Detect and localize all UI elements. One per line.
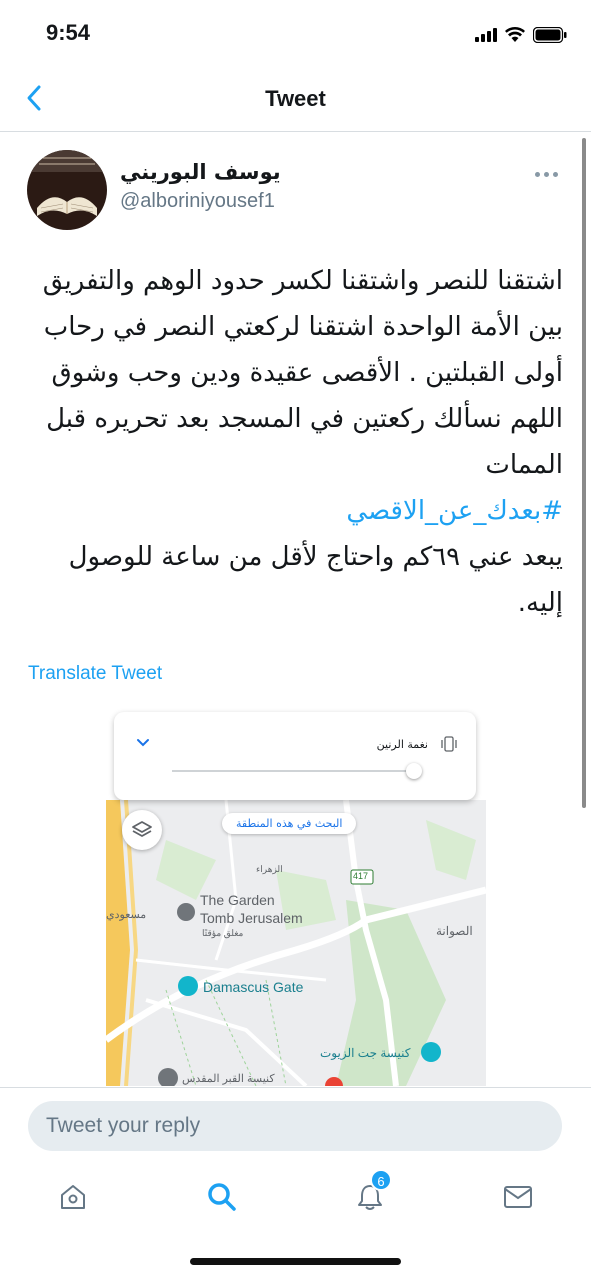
chevron-down-icon <box>137 739 149 747</box>
tab-notifications[interactable]: 6 <box>350 1169 392 1217</box>
status-time: 9:54 <box>46 20 91 45</box>
cellular-signal-icon <box>475 28 497 42</box>
map-label-zahra: الزهراء <box>256 864 283 874</box>
map-label-holy-sepulchre: كنيسة القبر المقدس <box>182 1073 275 1085</box>
ringtone-volume-card: نغمة الرنين <box>114 712 476 800</box>
map-view: البحث في هذه المنطقة The Garden Tomb Jer… <box>106 800 486 1086</box>
map-label-gethsemane: كنيسة جت الزيوت <box>320 1046 411 1060</box>
nav-bar: Tweet <box>0 66 591 132</box>
map-label-al-suwana: الصوانة <box>436 924 473 938</box>
map-label-garden-tomb-2: Tomb Jerusalem <box>200 910 303 926</box>
tab-home[interactable] <box>53 1177 93 1217</box>
ringtone-slider-knob <box>406 763 422 779</box>
status-bar: 9:54 <box>0 0 591 66</box>
tweet-text-after: يبعد عني ٦٩كم واحتاج لأقل من ساعة للوصول… <box>68 542 563 618</box>
tweet-text: اشتقنا للنصر واشتقنا لكسر حدود الوهم وال… <box>24 258 563 626</box>
map-graphics <box>106 800 486 1086</box>
mail-icon <box>504 1186 532 1208</box>
map-label-garden-tomb: The Garden <box>200 892 275 908</box>
translate-tweet-link[interactable]: Translate Tweet <box>28 663 162 685</box>
status-icons <box>475 26 567 44</box>
author-name[interactable]: يوسف البوريني <box>120 160 281 184</box>
ringtone-slider-track <box>172 770 414 772</box>
home-icon <box>61 1185 85 1209</box>
vibrate-icon <box>441 736 457 752</box>
map-label-closed: مغلق مؤقتًا <box>202 928 244 938</box>
home-indicator <box>190 1258 401 1265</box>
search-area-chip: البحث في هذه المنطقة <box>222 813 357 834</box>
tweet-media-image[interactable]: البحث في هذه المنطقة The Garden Tomb Jer… <box>106 700 486 1086</box>
tab-search[interactable] <box>202 1177 242 1217</box>
ringtone-label: نغمة الرنين <box>376 738 428 751</box>
road-number-badge: 417 <box>353 871 369 881</box>
more-dots-icon <box>535 171 540 177</box>
battery-icon <box>533 27 567 43</box>
layers-icon <box>132 821 152 837</box>
reply-bar: Tweet your reply <box>0 1087 591 1167</box>
more-options-button[interactable] <box>535 166 561 182</box>
wifi-icon <box>505 27 525 42</box>
author-handle[interactable]: @alboriniyousef1 <box>120 190 275 213</box>
avatar-image <box>27 150 107 230</box>
map-label-damascus-gate: Damascus Gate <box>203 979 304 995</box>
map-label-masoudi: مسعودي <box>106 909 147 921</box>
page-title: Tweet <box>265 86 326 111</box>
map-layers-button <box>122 810 162 850</box>
reply-input[interactable]: Tweet your reply <box>28 1101 562 1151</box>
tab-messages[interactable] <box>498 1177 538 1217</box>
tab-bar: 6 <box>0 1167 591 1227</box>
search-icon <box>208 1183 236 1211</box>
tweet-text-main: اشتقنا للنصر واشتقنا لكسر حدود الوهم وال… <box>42 266 563 480</box>
scrollbar[interactable] <box>582 138 586 808</box>
avatar[interactable] <box>27 150 107 230</box>
notifications-badge: 6 <box>370 1169 392 1191</box>
hashtag-link[interactable]: #بعدك_عن_الاقصي <box>24 488 563 534</box>
